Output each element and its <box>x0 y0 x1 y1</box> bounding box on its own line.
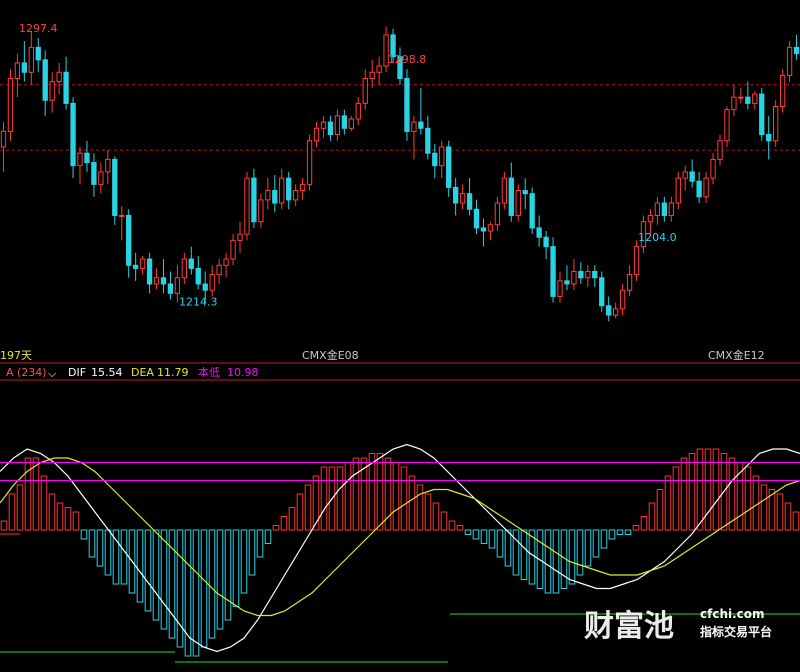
days-label: 197天 <box>0 349 32 362</box>
dea-value: 11.79 <box>157 366 189 379</box>
contract-label-2: CMX金E12 <box>708 348 765 362</box>
dif-label: DIF <box>68 366 86 379</box>
chart-root: 1297.4 1298.8 1214.3 1204.0 197天 CMX金E08 CM… <box>0 0 800 668</box>
low-value: 10.98 <box>227 366 259 379</box>
contract-label-1: CMX金E08 <box>302 348 359 362</box>
dif-value: 15.54 <box>91 366 123 379</box>
indicator-name[interactable]: A (234) <box>6 366 47 379</box>
watermark-brand: 财富池 <box>584 609 674 644</box>
watermark-domain: cfchi.com <box>700 607 765 621</box>
low-label: 本低 <box>198 365 220 379</box>
watermark-slogan: 指标交易平台 <box>700 624 772 639</box>
dea-label: DEA <box>131 366 154 379</box>
chevron-down-icon[interactable]: ⌵ <box>48 367 57 380</box>
